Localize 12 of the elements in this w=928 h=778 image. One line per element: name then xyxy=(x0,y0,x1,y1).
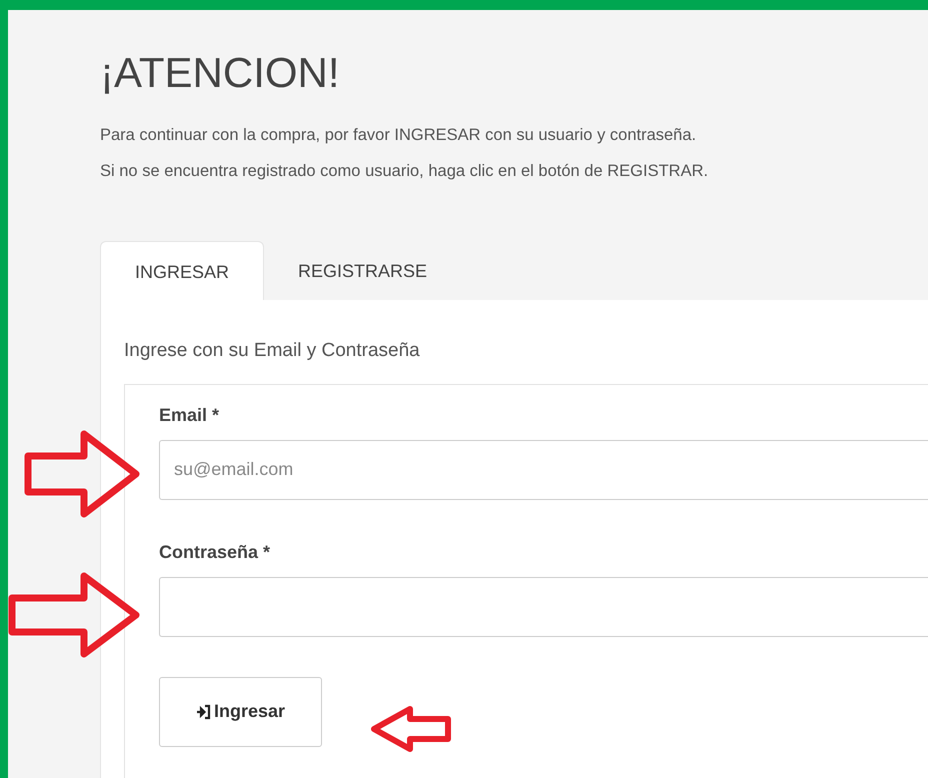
login-button[interactable]: Ingresar xyxy=(159,676,322,747)
page-title: ¡ATENCION! xyxy=(100,48,341,94)
panel-heading: Ingrese con su Email y Contraseña xyxy=(124,340,421,362)
field-label: Email * xyxy=(159,404,220,426)
tab[interactable]: REGISTRARSE xyxy=(264,240,462,300)
input-field[interactable]: su@email.com xyxy=(159,440,928,500)
input-field[interactable] xyxy=(159,576,928,637)
login-icon xyxy=(196,704,212,720)
notice-text: Para continuar con la compra, por favor INGRESAR con su usuario y contraseña. xyxy=(100,125,698,146)
tab[interactable]: INGRESAR xyxy=(100,240,264,300)
field-label: Contraseña * xyxy=(159,542,272,563)
notice-text: Si no se encuentra registrado como usuario, haga clic en el botón de REGISTRAR. xyxy=(100,161,710,182)
